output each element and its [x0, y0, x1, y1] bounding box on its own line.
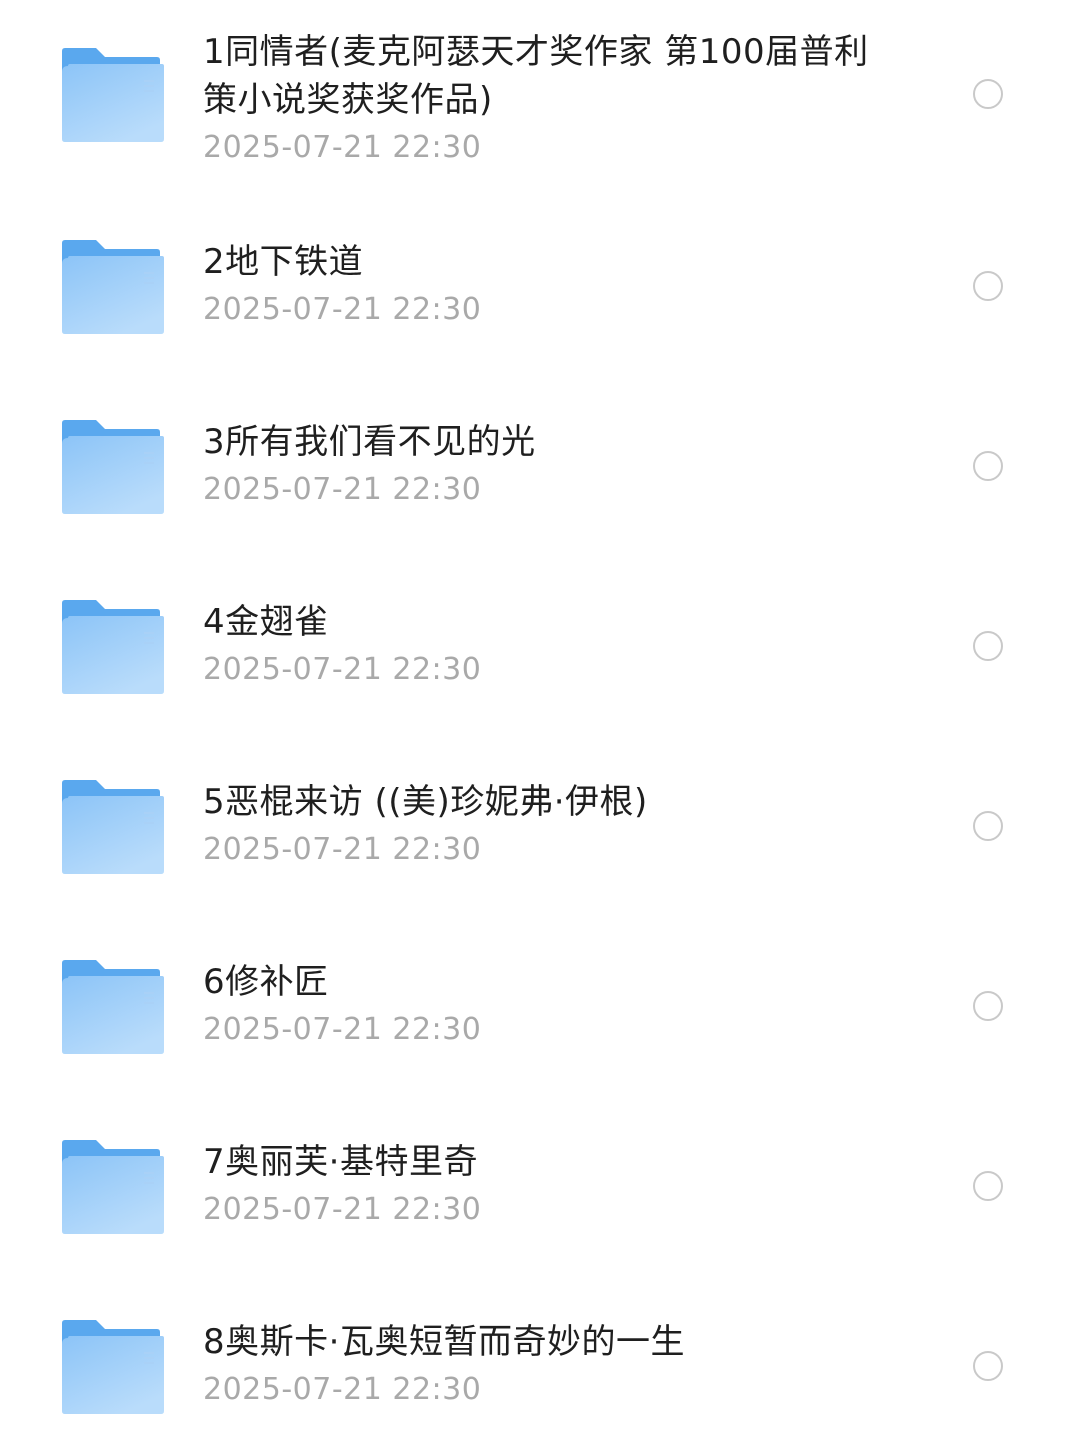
folder-icon — [62, 420, 164, 514]
folder-date: 2025-07-21 22:30 — [203, 472, 482, 507]
folder-name: 8奥斯卡·瓦奥短暂而奇妙的一生 — [203, 1322, 685, 1362]
folder-icon — [62, 1140, 164, 1234]
folder-row[interactable]: 6修补匠 2025-07-21 22:30 — [0, 900, 1080, 1080]
folder-date: 2025-07-21 22:30 — [203, 1372, 482, 1407]
radio-circle-icon[interactable] — [973, 1171, 1003, 1201]
folder-icon — [62, 48, 164, 142]
folder-row[interactable]: 5恶棍来访 ((美)珍妮弗·伊根) 2025-07-21 22:30 — [0, 720, 1080, 900]
folder-text: 6修补匠 2025-07-21 22:30 — [203, 958, 903, 1050]
folder-name: 6修补匠 — [203, 962, 329, 1002]
folder-date: 2025-07-21 22:30 — [203, 130, 482, 165]
folder-text: 5恶棍来访 ((美)珍妮弗·伊根) 2025-07-21 22:30 — [203, 778, 903, 870]
folder-name: 1同情者(麦克阿瑟天才奖作家 第100届普利策小说奖获奖作品) — [203, 32, 869, 120]
radio-circle-icon[interactable] — [973, 631, 1003, 661]
radio-circle-icon[interactable] — [973, 79, 1003, 109]
radio-circle-icon[interactable] — [973, 991, 1003, 1021]
folder-name: 3所有我们看不见的光 — [203, 422, 536, 462]
folder-row[interactable]: 2地下铁道 2025-07-21 22:30 — [0, 180, 1080, 360]
folder-icon — [62, 600, 164, 694]
folder-icon — [62, 1320, 164, 1414]
folder-date: 2025-07-21 22:30 — [203, 652, 482, 687]
folder-row[interactable]: 4金翅雀 2025-07-21 22:30 — [0, 540, 1080, 720]
folder-date: 2025-07-21 22:30 — [203, 1192, 482, 1227]
folder-name: 2地下铁道 — [203, 242, 364, 282]
file-list: 1同情者(麦克阿瑟天才奖作家 第100届普利策小说奖获奖作品) 2025-07-… — [0, 0, 1080, 1446]
folder-row[interactable]: 8奥斯卡·瓦奥短暂而奇妙的一生 2025-07-21 22:30 — [0, 1260, 1080, 1440]
folder-date: 2025-07-21 22:30 — [203, 1012, 482, 1047]
radio-circle-icon[interactable] — [973, 451, 1003, 481]
folder-name: 4金翅雀 — [203, 602, 329, 642]
radio-circle-icon[interactable] — [973, 811, 1003, 841]
folder-icon — [62, 240, 164, 334]
radio-circle-icon[interactable] — [973, 1351, 1003, 1381]
folder-text: 1同情者(麦克阿瑟天才奖作家 第100届普利策小说奖获奖作品) 2025-07-… — [203, 28, 903, 168]
folder-text: 2地下铁道 2025-07-21 22:30 — [203, 238, 903, 330]
folder-text: 3所有我们看不见的光 2025-07-21 22:30 — [203, 418, 903, 510]
folder-text: 8奥斯卡·瓦奥短暂而奇妙的一生 2025-07-21 22:30 — [203, 1318, 903, 1410]
folder-text: 7奥丽芙·基特里奇 2025-07-21 22:30 — [203, 1138, 903, 1230]
folder-date: 2025-07-21 22:30 — [203, 832, 482, 867]
folder-name: 7奥丽芙·基特里奇 — [203, 1142, 478, 1182]
folder-text: 4金翅雀 2025-07-21 22:30 — [203, 598, 903, 690]
folder-row[interactable]: 7奥丽芙·基特里奇 2025-07-21 22:30 — [0, 1080, 1080, 1260]
folder-icon — [62, 780, 164, 874]
folder-date: 2025-07-21 22:30 — [203, 292, 482, 327]
radio-circle-icon[interactable] — [973, 271, 1003, 301]
folder-name: 5恶棍来访 ((美)珍妮弗·伊根) — [203, 782, 648, 822]
folder-icon — [62, 960, 164, 1054]
folder-row[interactable]: 3所有我们看不见的光 2025-07-21 22:30 — [0, 360, 1080, 540]
folder-row[interactable]: 1同情者(麦克阿瑟天才奖作家 第100届普利策小说奖获奖作品) 2025-07-… — [0, 0, 1080, 180]
